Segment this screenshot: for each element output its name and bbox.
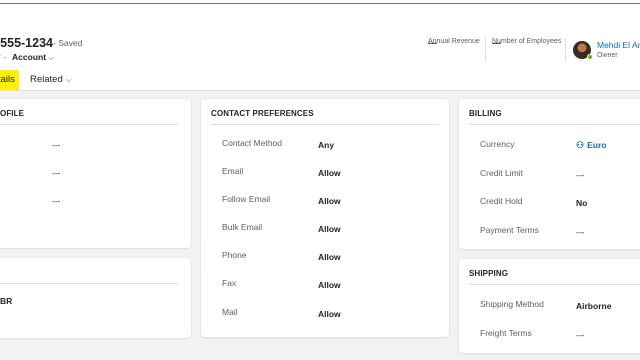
- section-divider: [469, 284, 640, 285]
- record-title: -555-1234: [0, 36, 53, 50]
- tab-related[interactable]: Related ⌵: [30, 74, 72, 85]
- kpi-value: ---: [428, 38, 437, 48]
- field-value-freight-terms[interactable]: ---: [576, 330, 585, 340]
- entity-selector[interactable]: Account: [12, 52, 46, 62]
- tab-related-label: Related: [30, 74, 63, 85]
- section-divider: [0, 283, 178, 284]
- field-label-credit-hold: Credit Hold: [480, 196, 523, 206]
- field-label-freight-terms: Freight Terms: [480, 328, 532, 338]
- presence-available-icon: [587, 54, 593, 60]
- kpi-divider: [485, 38, 486, 62]
- field-value-fax[interactable]: Allow: [318, 280, 341, 290]
- field-label-mail: Mail: [222, 307, 238, 317]
- record-subtitle: r - Account⌵: [0, 52, 54, 63]
- owner-name-link[interactable]: Mehdi El An: [597, 40, 640, 50]
- field-value[interactable]: ---: [52, 140, 61, 150]
- field-value-email[interactable]: Allow: [318, 168, 341, 178]
- kpi-label: Number of Employees: [492, 38, 562, 45]
- shipping-card: SHIPPING Shipping Method Airborne Freigh…: [459, 259, 640, 353]
- field-value-mail[interactable]: Allow: [318, 309, 341, 319]
- field-value[interactable]: ---: [52, 168, 61, 178]
- record-header: -555-1234 - Saved r -Account⌵ --- Annual…: [0, 4, 640, 91]
- field-value-phone[interactable]: Allow: [318, 252, 341, 262]
- field-label-fax: Fax: [222, 278, 237, 288]
- field-label-currency: Currency: [480, 139, 515, 149]
- currency-value: Euro: [587, 140, 607, 150]
- chevron-down-icon[interactable]: ⌵: [48, 53, 54, 62]
- section-title: BILLING: [469, 109, 502, 118]
- billing-card: BILLING Currency ⚇ Euro Credit Limit --- …: [459, 99, 640, 249]
- kpi-number-of-employees: --- Number of Employees: [492, 38, 562, 48]
- field-label-follow-email: Follow Email: [222, 194, 271, 204]
- field-label-bulk-email: Bulk Email: [222, 222, 263, 232]
- field-value-credit-limit[interactable]: ---: [576, 170, 585, 180]
- field-label-phone: Phone: [222, 250, 247, 260]
- section-divider: [469, 124, 640, 125]
- subtitle-prefix: r -: [0, 52, 7, 62]
- field-value-shipping-method[interactable]: Airborne: [576, 301, 611, 311]
- section-title: OFILE: [0, 109, 25, 118]
- profile-card: OFILE --- --- ---: [0, 99, 191, 248]
- kpi-annual-revenue: --- Annual Revenue: [428, 38, 480, 48]
- section-title: SHIPPING: [469, 269, 509, 278]
- save-status: - Saved: [53, 38, 83, 48]
- owner-role-label: Owner: [597, 52, 618, 59]
- field-label-payment-terms: Payment Terms: [480, 225, 539, 235]
- section-title: CONTACT PREFERENCES: [211, 109, 314, 118]
- field-label-credit-limit: Credit Limit: [480, 168, 523, 178]
- field-value-contact-method[interactable]: Any: [318, 140, 334, 150]
- field-label-email: Email: [222, 166, 244, 176]
- contact-preferences-card: CONTACT PREFERENCES Contact Method Any E…: [201, 99, 449, 337]
- field-value-bulk-email[interactable]: Allow: [318, 224, 341, 234]
- kpi-divider: [565, 38, 566, 62]
- chevron-down-icon: ⌵: [65, 75, 72, 84]
- section-divider: [211, 124, 439, 125]
- field-value[interactable]: BR: [0, 296, 12, 306]
- field-label-shipping-method: Shipping Method: [480, 299, 544, 309]
- field-value-payment-terms[interactable]: ---: [576, 227, 585, 237]
- tab-details[interactable]: tails: [0, 70, 19, 90]
- currency-lookup-link[interactable]: ⚇ Euro: [576, 140, 606, 151]
- lower-left-card: BR: [0, 258, 191, 338]
- currency-icon: ⚇: [576, 140, 585, 150]
- section-divider: [0, 124, 178, 125]
- field-label-contact-method: Contact Method: [222, 138, 283, 148]
- field-value[interactable]: ---: [52, 196, 61, 206]
- kpi-value: ---: [492, 38, 501, 48]
- field-value-follow-email[interactable]: Allow: [318, 196, 341, 206]
- field-value-credit-hold[interactable]: No: [576, 198, 587, 208]
